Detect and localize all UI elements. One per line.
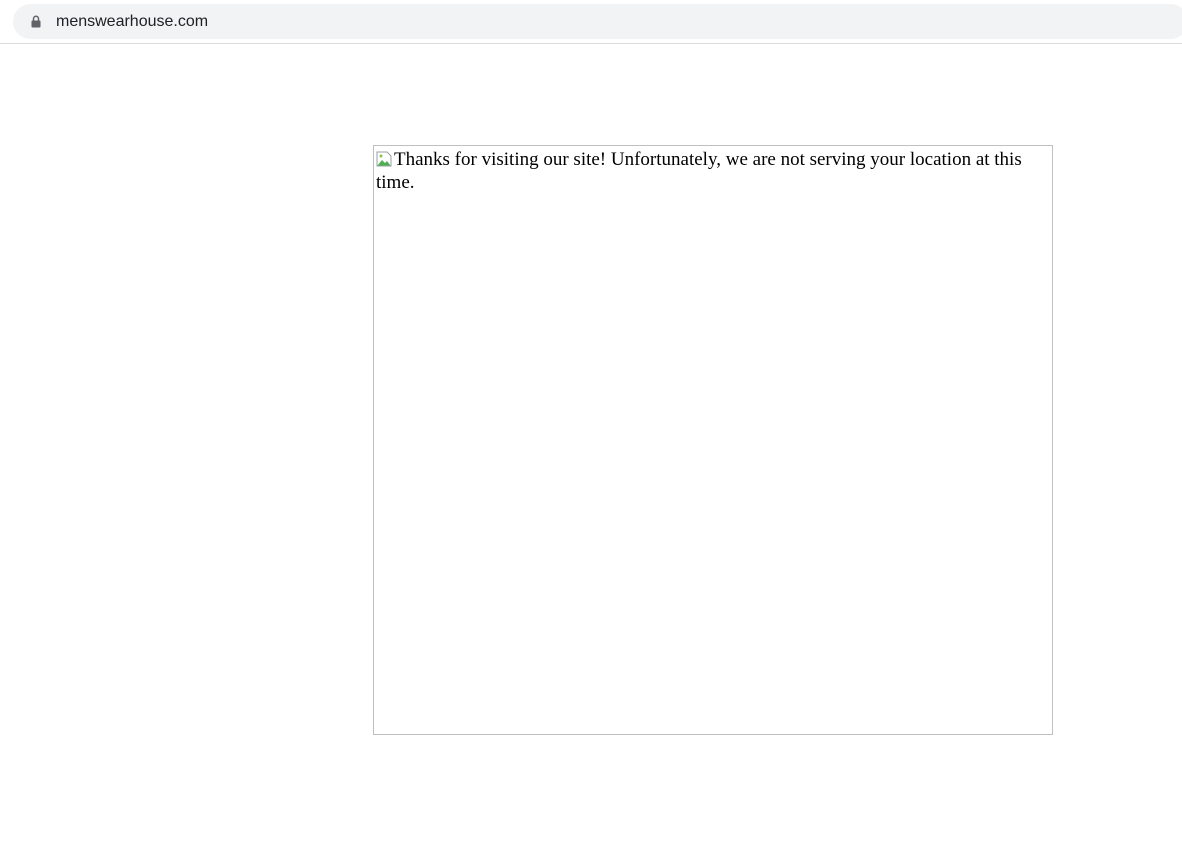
broken-image-icon [376,150,392,167]
address-bar[interactable]: menswearhouse.com [13,4,1182,39]
url-text[interactable]: menswearhouse.com [56,12,208,31]
blocked-location-frame: Thanks for visiting our site! Unfortunat… [373,145,1053,735]
image-alt-text: Thanks for visiting our site! Unfortunat… [376,149,1022,193]
broken-image: Thanks for visiting our site! Unfortunat… [376,148,1050,194]
lock-icon[interactable] [31,15,41,28]
browser-toolbar: menswearhouse.com [0,0,1182,44]
